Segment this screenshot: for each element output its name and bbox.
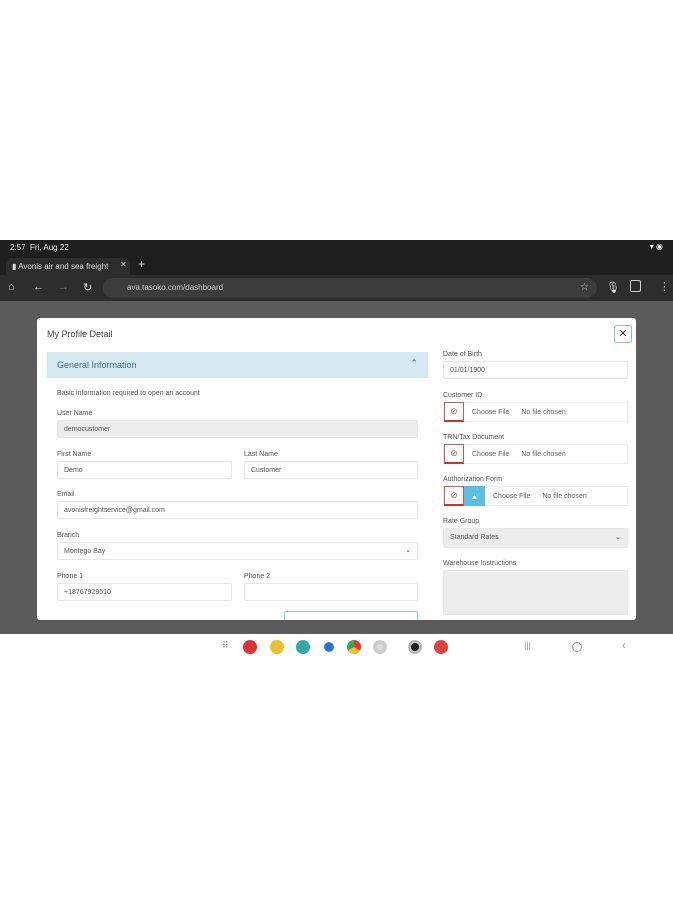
back-icon[interactable]: ←: [33, 281, 44, 293]
username-label: User Name: [57, 410, 93, 417]
phone1-input[interactable]: +18767929510: [57, 583, 232, 601]
rate-group-label: Rate Group: [443, 518, 480, 525]
dob-input[interactable]: 01/01/1900: [443, 361, 628, 379]
section-subtitle: Basic information required to open an ac…: [57, 390, 200, 397]
menu-icon[interactable]: ⋮: [659, 280, 670, 293]
customer-id-label: Customer ID: [443, 392, 483, 399]
app-icon[interactable]: [434, 640, 448, 654]
url-text: ava.tasoko.com/dashboard: [127, 283, 224, 292]
choose-file-button[interactable]: Choose File: [472, 451, 509, 458]
close-tab-icon[interactable]: ✕: [120, 260, 127, 269]
remove-icon[interactable]: ⊘: [444, 402, 464, 422]
modal-title: My Profile Detail: [47, 329, 113, 339]
back-nav-icon[interactable]: ‹: [622, 638, 626, 652]
apps-grid-icon[interactable]: ⠿: [222, 640, 229, 651]
section-general-header[interactable]: General Information ⌃: [47, 352, 428, 378]
first-name-label: First Name: [57, 451, 92, 458]
address-bar[interactable]: ava.tasoko.com/dashboard ☆: [103, 278, 597, 298]
choose-file-button[interactable]: Choose File: [493, 493, 530, 500]
section-title: General Information: [57, 360, 137, 370]
forward-icon[interactable]: →: [58, 281, 69, 293]
tablet-screen: 2:57 Fri, Aug 22 ▾ ◉ ▮ Avonis air and sea…: [0, 240, 673, 660]
phone1-label: Phone 1: [57, 573, 84, 580]
camera-icon[interactable]: [373, 640, 387, 654]
messages-icon[interactable]: [324, 642, 334, 652]
home-nav-icon[interactable]: [572, 642, 582, 652]
choose-file-button[interactable]: Choose File: [472, 409, 509, 416]
rate-group-value: Standard Rates: [450, 534, 499, 541]
rate-group-select[interactable]: Standard Rates ⌄: [443, 528, 628, 548]
auth-label: Authorization Form: [443, 476, 503, 483]
username-input[interactable]: democustomer: [57, 420, 418, 438]
remove-icon[interactable]: ⊘: [444, 444, 464, 464]
file-status: No file chosen: [521, 408, 566, 416]
warehouse-textarea[interactable]: [443, 570, 628, 615]
calendar-icon[interactable]: [296, 640, 310, 654]
app-icon[interactable]: [408, 640, 422, 654]
tab-strip: ▮ Avonis air and sea freight ✕ +: [0, 256, 673, 275]
date: Fri, Aug 22: [30, 243, 69, 252]
email-input[interactable]: avonisfreightservice@gmail.com: [57, 501, 418, 519]
new-tab-icon[interactable]: +: [138, 257, 145, 271]
upload-icon[interactable]: ▲: [464, 486, 485, 506]
chevron-down-icon: ⌄: [405, 547, 411, 554]
browser-toolbar: ⌂ ← → ↻ ava.tasoko.com/dashboard ☆ 🎙︎ ⋮: [0, 275, 673, 301]
chevron-down-icon: ⌄: [615, 534, 621, 541]
auth-file[interactable]: ⊘ ▲ Choose File No file chosen: [443, 486, 628, 506]
time: 2:57: [10, 243, 26, 252]
chevron-up-icon[interactable]: ⌃: [410, 358, 418, 369]
remove-icon[interactable]: ⊘: [444, 486, 464, 506]
email-label: Email: [57, 491, 75, 498]
reload-icon[interactable]: ↻: [83, 281, 92, 294]
trn-label: TRN/Tax Document: [443, 434, 505, 441]
file-status: No file chosen: [521, 450, 566, 458]
android-nav-bar: ⠿ ||| ‹: [0, 634, 673, 660]
profile-modal: My Profile Detail ✕ General Information ⌃…: [37, 318, 636, 620]
tab-title: Avonis air and sea freight: [18, 262, 109, 271]
branch-value: Montego Bay: [64, 548, 106, 555]
warehouse-label: Warehouse Instructions: [443, 560, 517, 567]
status-bar: 2:57 Fri, Aug 22 ▾ ◉: [0, 240, 673, 256]
bookmark-star-icon[interactable]: ☆: [580, 282, 589, 293]
trn-file[interactable]: ⊘ Choose File No file chosen: [443, 444, 628, 464]
customer-id-file[interactable]: ⊘ Choose File No file chosen: [443, 402, 628, 422]
file-status: No file chosen: [542, 492, 587, 500]
branch-select[interactable]: Montego Bay ⌄: [57, 542, 418, 560]
last-name-input[interactable]: Customer: [244, 461, 418, 479]
close-button[interactable]: ✕: [614, 325, 632, 343]
last-name-label: Last Name: [244, 451, 278, 458]
home-icon[interactable]: ⌂: [8, 281, 15, 293]
save-button[interactable]: [284, 611, 418, 620]
chrome-icon[interactable]: [347, 640, 361, 654]
first-name-input[interactable]: Demo: [57, 461, 232, 479]
branch-label: Branch: [57, 532, 80, 539]
tabs-icon[interactable]: [630, 280, 641, 292]
battery-icon: ▾ ◉: [649, 242, 663, 251]
phone2-input[interactable]: [244, 583, 418, 601]
phone2-label: Phone 2: [244, 573, 271, 580]
dob-label: Date of Birth: [443, 351, 482, 358]
page-overlay: My Profile Detail ✕ General Information ⌃…: [0, 301, 673, 634]
mic-icon[interactable]: 🎙︎: [606, 281, 620, 294]
recents-icon[interactable]: |||: [524, 640, 531, 650]
app-icon[interactable]: [243, 640, 257, 654]
browser-tab[interactable]: ▮ Avonis air and sea freight: [6, 258, 130, 275]
folder-icon[interactable]: [270, 640, 284, 654]
